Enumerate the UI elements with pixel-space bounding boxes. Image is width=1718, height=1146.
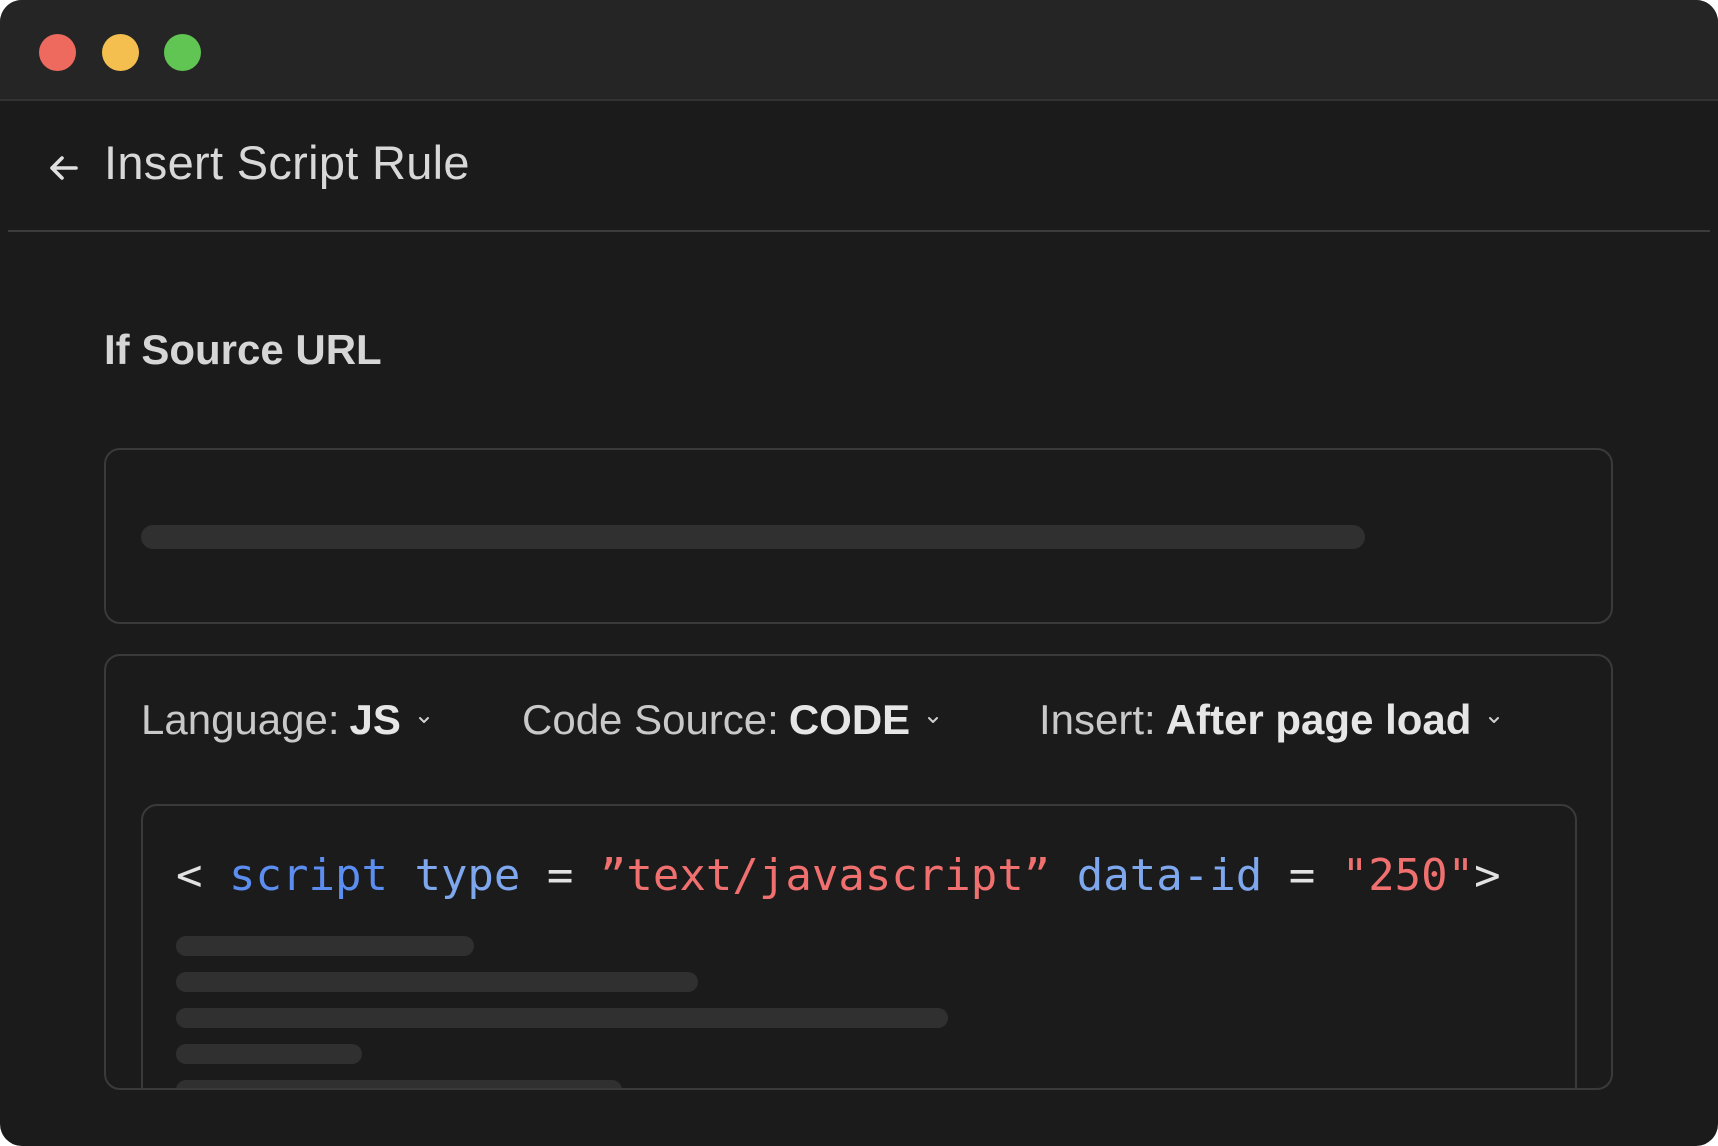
code-string-type: ”text/javascript” bbox=[599, 850, 1051, 901]
code-attr-type: type bbox=[414, 850, 521, 901]
code-source-dropdown[interactable]: Code Source: CODE bbox=[522, 696, 940, 744]
url-placeholder-bar bbox=[141, 525, 1365, 549]
code-editor[interactable]: < script type = ”text/javascript” data-i… bbox=[141, 804, 1577, 1088]
insert-label: Insert: bbox=[1039, 696, 1156, 743]
code-source-label: Code Source: bbox=[522, 696, 779, 743]
code-placeholder-line bbox=[176, 1008, 948, 1028]
language-dropdown[interactable]: Language: JS bbox=[141, 696, 431, 744]
source-url-input[interactable] bbox=[104, 448, 1613, 624]
page-title: Insert Script Rule bbox=[104, 136, 470, 189]
code-open-bracket: < bbox=[176, 850, 203, 901]
language-label: Language: bbox=[141, 696, 340, 743]
insert-value: After page load bbox=[1165, 696, 1472, 743]
title-bar bbox=[0, 0, 1718, 101]
code-line: < script type = ”text/javascript” data-i… bbox=[176, 850, 1501, 901]
code-placeholder-line bbox=[176, 972, 698, 992]
code-close-bracket: > bbox=[1474, 850, 1501, 901]
language-value: JS bbox=[349, 696, 401, 743]
code-placeholder-line bbox=[176, 1044, 362, 1064]
code-equals: = bbox=[546, 850, 574, 901]
section-title: If Source URL bbox=[104, 326, 382, 373]
header-divider bbox=[8, 230, 1710, 232]
code-tag-name: script bbox=[229, 850, 388, 901]
code-attr-data-id: data-id bbox=[1076, 850, 1263, 901]
zoom-window-button[interactable] bbox=[164, 34, 201, 71]
insert-timing-dropdown[interactable]: Insert: After page load bbox=[1039, 696, 1501, 744]
code-placeholder-line bbox=[176, 1080, 622, 1088]
code-string-data-id: "250" bbox=[1341, 850, 1475, 901]
chevron-down-icon bbox=[928, 717, 939, 723]
chevron-down-icon bbox=[418, 717, 429, 723]
page-header: Insert Script Rule bbox=[0, 101, 1718, 232]
minimize-window-button[interactable] bbox=[102, 34, 139, 71]
chevron-down-icon bbox=[1489, 717, 1500, 723]
app-window: Insert Script Rule If Source URL Languag… bbox=[0, 0, 1718, 1146]
close-window-button[interactable] bbox=[39, 34, 76, 71]
code-placeholder-line bbox=[176, 936, 474, 956]
code-equals: = bbox=[1288, 850, 1316, 901]
code-panel: Language: JS Code Source: CODE Insert: A… bbox=[104, 654, 1613, 1090]
code-source-value: CODE bbox=[788, 696, 911, 743]
arrow-left-icon[interactable] bbox=[44, 148, 84, 188]
